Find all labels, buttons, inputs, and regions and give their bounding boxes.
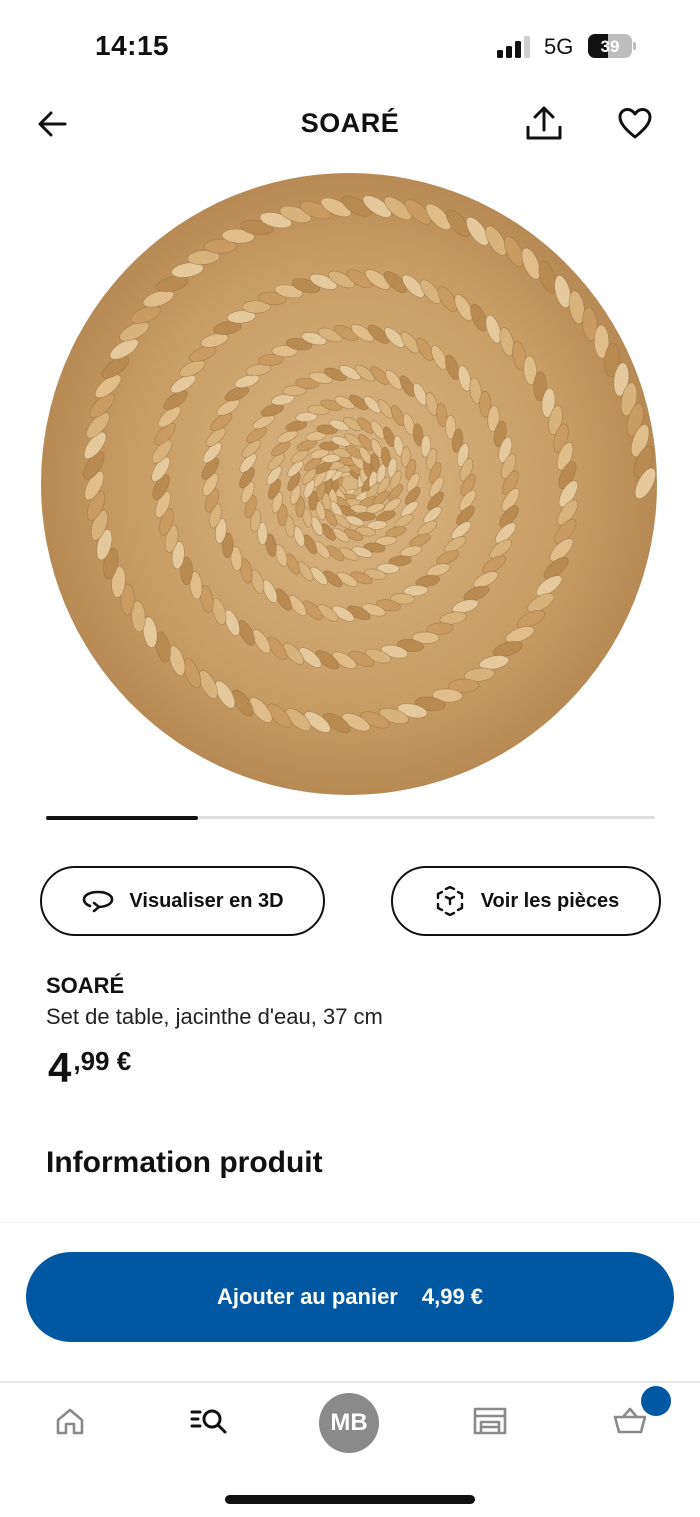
product-image[interactable] <box>40 172 658 796</box>
divider <box>0 1222 700 1223</box>
nav-search[interactable] <box>186 1401 234 1441</box>
product-info-heading[interactable]: Information produit <box>46 1146 323 1180</box>
home-indicator <box>225 1495 475 1504</box>
home-icon <box>56 1408 84 1435</box>
share-button[interactable] <box>524 104 564 144</box>
price-integer: 4 <box>48 1044 72 1091</box>
rotate-3d-icon <box>83 890 114 913</box>
share-icon <box>526 106 562 140</box>
profile-avatar[interactable]: MB <box>319 1393 379 1453</box>
view-parts-label: Voir les pièces <box>480 889 620 912</box>
nav-store[interactable] <box>466 1401 514 1441</box>
parts-cube-icon <box>436 886 463 916</box>
view-parts-button[interactable]: Voir les pièces <box>391 866 661 936</box>
store-icon <box>473 1407 507 1435</box>
favourite-button[interactable] <box>615 104 655 144</box>
gallery-progress <box>46 815 655 820</box>
status-time: 14:15 <box>95 30 170 61</box>
status-bar: 14:15 5G 39 <box>0 0 700 90</box>
product-price: 4 ,99 € <box>48 1046 131 1090</box>
product-name: SOARÉ <box>46 973 125 998</box>
product-description: Set de table, jacinthe d'eau, 37 cm <box>46 1004 383 1029</box>
signal-icon <box>497 36 530 58</box>
cart-badge <box>641 1386 671 1416</box>
battery-icon: 39 <box>588 34 636 58</box>
page-title: SOARÉ <box>300 108 400 138</box>
battery-level: 39 <box>601 37 620 56</box>
visualize-3d-button[interactable]: Visualiser en 3D <box>40 866 325 936</box>
nav-home[interactable] <box>46 1401 94 1441</box>
add-to-cart-price: 4,99 € <box>421 1284 484 1309</box>
bottom-navigation: MB <box>0 1383 700 1463</box>
top-app-bar: SOARÉ <box>0 90 700 160</box>
add-to-cart-button[interactable]: Ajouter au panier 4,99 € <box>26 1252 674 1342</box>
woven-mat-illustration <box>41 173 657 795</box>
network-type: 5G <box>544 34 574 59</box>
price-decimal: ,99 € <box>73 1046 132 1076</box>
visualize-3d-label: Visualiser en 3D <box>129 889 284 912</box>
gallery-progress-fill <box>46 815 199 820</box>
heart-icon <box>618 108 652 139</box>
cart-icon <box>613 1407 647 1434</box>
search-icon <box>190 1409 227 1434</box>
add-to-cart-label: Ajouter au panier <box>216 1284 398 1309</box>
